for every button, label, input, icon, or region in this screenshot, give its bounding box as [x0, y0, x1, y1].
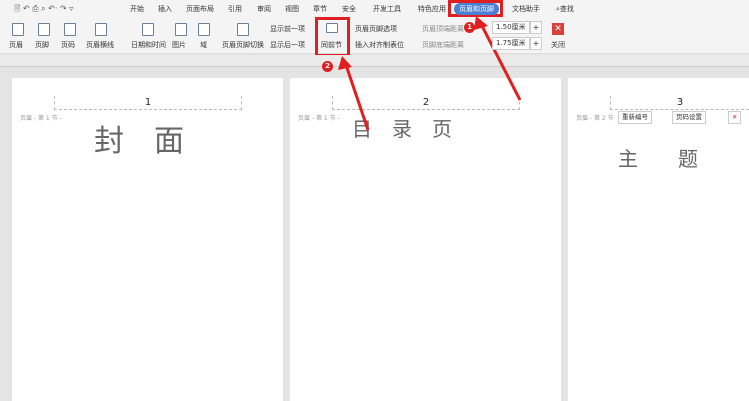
arrow-head-1	[474, 16, 488, 30]
footer-bottom-input[interactable]: 1.75厘米	[492, 37, 530, 50]
header-top-input[interactable]: 1.50厘米	[492, 21, 530, 34]
header-top-plus[interactable]: +	[530, 21, 542, 34]
arrow-head-2	[338, 56, 352, 70]
arrow-2	[343, 61, 370, 131]
annotation-arrows	[338, 16, 522, 131]
step-badge-2: 2	[322, 61, 333, 72]
footer-bottom-plus[interactable]: +	[530, 37, 542, 50]
step-badge-1: 1	[464, 22, 475, 33]
